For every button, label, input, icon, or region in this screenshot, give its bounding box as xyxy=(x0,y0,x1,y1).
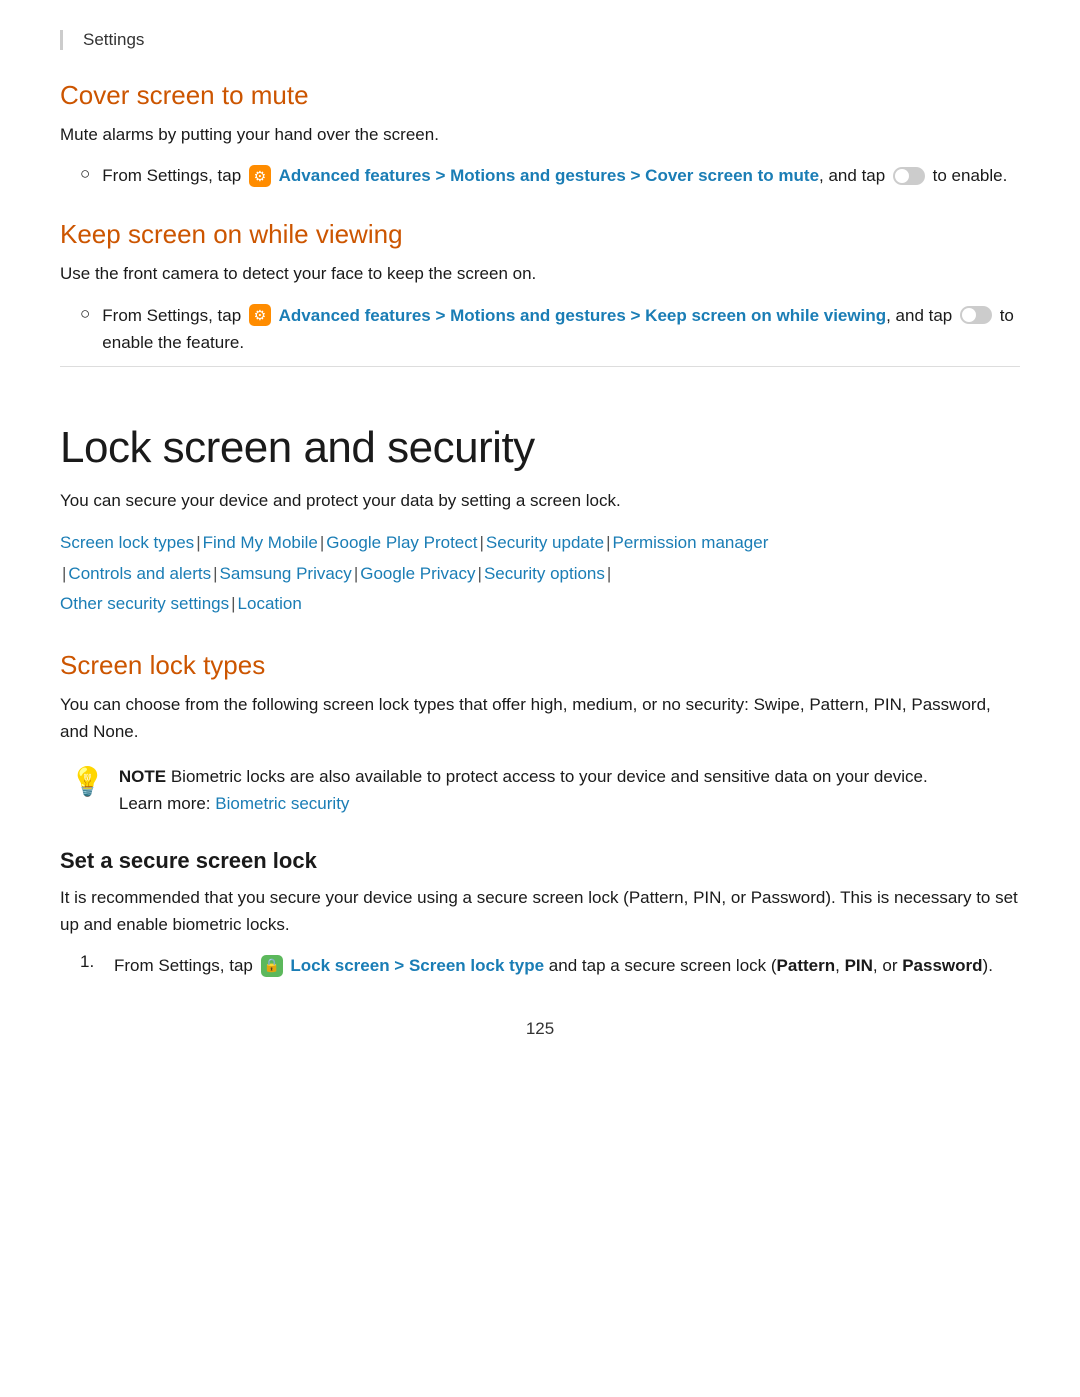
keep-screen-bullet: ○ From Settings, tap Advanced features >… xyxy=(80,302,1020,356)
keep-screen-body: Use the front camera to detect your face… xyxy=(60,260,1020,287)
bullet-circle-2: ○ xyxy=(80,304,90,324)
pattern-label: Pattern xyxy=(777,956,836,975)
links-line: Screen lock types|Find My Mobile|Google … xyxy=(60,528,1020,620)
page-label: Settings xyxy=(83,30,144,49)
gear-icon-1 xyxy=(249,165,271,187)
screen-lock-types-body: You can choose from the following screen… xyxy=(60,691,1020,745)
note-bold-label: NOTE xyxy=(119,767,166,786)
page-header: Settings xyxy=(60,30,1020,50)
numbered-link-1[interactable]: Lock screen > Screen lock type xyxy=(290,956,544,975)
keep-screen-heading: Keep screen on while viewing xyxy=(60,219,1020,250)
pin-label: PIN xyxy=(845,956,873,975)
cover-screen-bullet-text: From Settings, tap Advanced features > M… xyxy=(102,162,1007,189)
link-find-my-mobile[interactable]: Find My Mobile xyxy=(203,533,318,552)
page-number: 125 xyxy=(60,1019,1020,1039)
screen-lock-types-heading: Screen lock types xyxy=(60,650,1020,681)
toggle-icon-1[interactable] xyxy=(893,167,925,185)
link-location[interactable]: Location xyxy=(238,594,302,613)
link-security-options[interactable]: Security options xyxy=(484,564,605,583)
link-samsung-privacy[interactable]: Samsung Privacy xyxy=(220,564,352,583)
section-set-secure-lock: Set a secure screen lock It is recommend… xyxy=(60,848,1020,980)
note-icon: 💡 xyxy=(70,765,105,799)
keep-screen-bullet-text: From Settings, tap Advanced features > M… xyxy=(102,302,1020,356)
link-controls-and-alerts[interactable]: Controls and alerts xyxy=(68,564,211,583)
note-text: Biometric locks are also available to pr… xyxy=(171,767,928,786)
numbered-text-1: From Settings, tap Lock screen > Screen … xyxy=(114,952,993,979)
link-security-update[interactable]: Security update xyxy=(486,533,604,552)
note-box: 💡 NOTE Biometric locks are also availabl… xyxy=(60,763,1020,817)
bullet-circle-1: ○ xyxy=(80,164,90,184)
cover-screen-heading: Cover screen to mute xyxy=(60,80,1020,111)
gear-icon-2 xyxy=(249,304,271,326)
numbered-item-1: 1. From Settings, tap Lock screen > Scre… xyxy=(80,952,1020,979)
lock-icon-1 xyxy=(261,955,283,977)
section-keep-screen: Keep screen on while viewing Use the fro… xyxy=(60,219,1020,356)
lock-screen-heading: Lock screen and security xyxy=(60,423,1020,473)
section-cover-screen: Cover screen to mute Mute alarms by putt… xyxy=(60,80,1020,189)
note-learn-more-label: Learn more: xyxy=(119,794,211,813)
link-google-privacy[interactable]: Google Privacy xyxy=(360,564,475,583)
link-other-security-settings[interactable]: Other security settings xyxy=(60,594,229,613)
numbered-label-1: 1. xyxy=(80,952,104,972)
lock-screen-body: You can secure your device and protect y… xyxy=(60,487,1020,514)
link-screen-lock-types[interactable]: Screen lock types xyxy=(60,533,194,552)
toggle-icon-2[interactable] xyxy=(960,306,992,324)
link-google-play-protect[interactable]: Google Play Protect xyxy=(326,533,477,552)
cover-screen-bullet: ○ From Settings, tap Advanced features >… xyxy=(80,162,1020,189)
cover-screen-link[interactable]: Advanced features > Motions and gestures… xyxy=(279,166,819,185)
section-lock-screen: Lock screen and security You can secure … xyxy=(60,366,1020,620)
note-content: NOTE Biometric locks are also available … xyxy=(119,763,928,817)
password-label: Password xyxy=(902,956,982,975)
page-container: Settings Cover screen to mute Mute alarm… xyxy=(0,0,1080,1397)
link-biometric-security[interactable]: Biometric security xyxy=(215,794,349,813)
section-screen-lock-types: Screen lock types You can choose from th… xyxy=(60,650,1020,818)
link-permission-manager[interactable]: Permission manager xyxy=(612,533,768,552)
set-secure-lock-heading: Set a secure screen lock xyxy=(60,848,1020,874)
cover-screen-body: Mute alarms by putting your hand over th… xyxy=(60,121,1020,148)
keep-screen-link[interactable]: Advanced features > Motions and gestures… xyxy=(279,306,886,325)
set-secure-lock-body: It is recommended that you secure your d… xyxy=(60,884,1020,938)
